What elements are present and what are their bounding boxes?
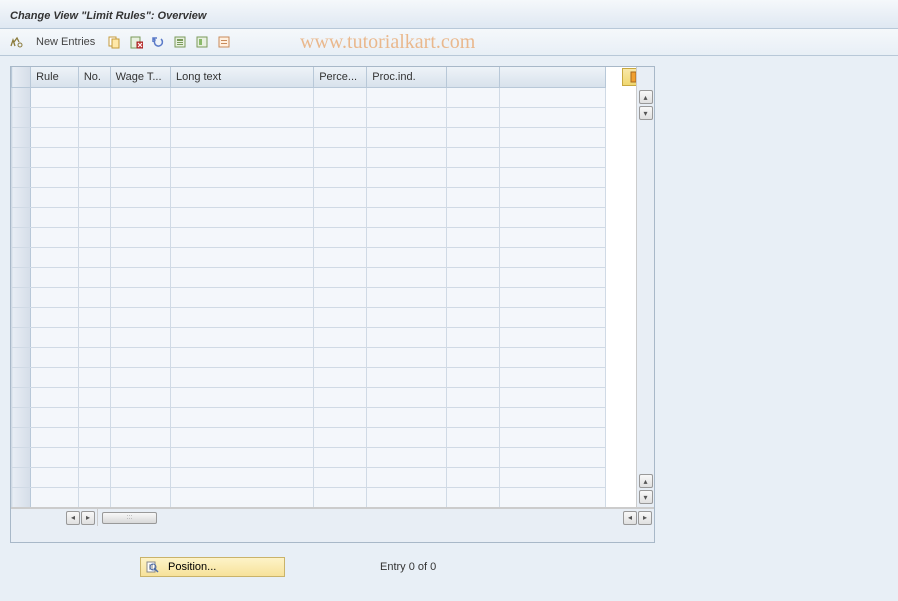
page-down-button[interactable]: ▾ bbox=[639, 490, 653, 504]
fixed-scroll-left-button[interactable]: ◂ bbox=[66, 511, 80, 525]
title-bar: Change View "Limit Rules": Overview bbox=[0, 0, 898, 29]
table-row[interactable] bbox=[12, 407, 606, 427]
row-selector[interactable] bbox=[12, 207, 31, 227]
table-row[interactable] bbox=[12, 347, 606, 367]
toolbar: New Entries www.tutorialkart.com bbox=[0, 29, 898, 56]
column-rule[interactable]: Rule bbox=[31, 67, 79, 87]
scroll-down-button[interactable]: ▴ bbox=[639, 474, 653, 488]
column-wage[interactable]: Wage T... bbox=[110, 67, 170, 87]
table-blank-footer bbox=[11, 526, 654, 542]
table-row[interactable] bbox=[12, 327, 606, 347]
column-extra[interactable] bbox=[446, 67, 499, 87]
row-selector[interactable] bbox=[12, 367, 31, 387]
vertical-scrollbar[interactable]: ▴ ▾ ▴ ▾ bbox=[636, 67, 654, 507]
entry-count-text: Entry 0 of 0 bbox=[380, 561, 436, 573]
data-table: Rule No. Wage T... Long text Perce... Pr… bbox=[11, 67, 606, 507]
window-title: Change View "Limit Rules": Overview bbox=[10, 10, 206, 22]
row-selector[interactable] bbox=[12, 187, 31, 207]
table-row[interactable] bbox=[12, 227, 606, 247]
row-selector[interactable] bbox=[12, 247, 31, 267]
table-row[interactable] bbox=[12, 367, 606, 387]
table-row[interactable] bbox=[12, 107, 606, 127]
table-row[interactable] bbox=[12, 307, 606, 327]
row-selector[interactable] bbox=[12, 447, 31, 467]
row-selector[interactable] bbox=[12, 287, 31, 307]
row-selector[interactable] bbox=[12, 107, 31, 127]
table-row[interactable] bbox=[12, 127, 606, 147]
fixed-scroll-right-button[interactable]: ▸ bbox=[81, 511, 95, 525]
scroll-right-button[interactable]: ▸ bbox=[638, 511, 652, 525]
column-long-text[interactable]: Long text bbox=[170, 67, 313, 87]
row-selector[interactable] bbox=[12, 167, 31, 187]
toggle-display-icon[interactable] bbox=[8, 33, 26, 51]
row-selector[interactable] bbox=[12, 267, 31, 287]
row-selector[interactable] bbox=[12, 347, 31, 367]
row-selector[interactable] bbox=[12, 307, 31, 327]
row-selector[interactable] bbox=[12, 87, 31, 107]
table-row[interactable] bbox=[12, 87, 606, 107]
row-selector[interactable] bbox=[12, 147, 31, 167]
table-row[interactable] bbox=[12, 207, 606, 227]
delete-icon[interactable] bbox=[127, 33, 145, 51]
table-row[interactable] bbox=[12, 447, 606, 467]
row-selector[interactable] bbox=[12, 467, 31, 487]
footer: Position... Entry 0 of 0 bbox=[10, 557, 888, 577]
table-row[interactable] bbox=[12, 147, 606, 167]
table-row[interactable] bbox=[12, 427, 606, 447]
table-row[interactable] bbox=[12, 247, 606, 267]
page-up-button[interactable]: ▴ bbox=[639, 90, 653, 104]
content-area: Rule No. Wage T... Long text Perce... Pr… bbox=[0, 56, 898, 601]
row-selector[interactable] bbox=[12, 327, 31, 347]
table-row[interactable] bbox=[12, 287, 606, 307]
table-row[interactable] bbox=[12, 467, 606, 487]
table-row[interactable] bbox=[12, 387, 606, 407]
row-selector[interactable] bbox=[12, 427, 31, 447]
scroll-left-button[interactable]: ◂ bbox=[623, 511, 637, 525]
row-selector-header bbox=[12, 67, 31, 87]
row-selector[interactable] bbox=[12, 387, 31, 407]
undo-icon[interactable] bbox=[149, 33, 167, 51]
copy-icon[interactable] bbox=[105, 33, 123, 51]
column-proc-ind[interactable]: Proc.ind. bbox=[367, 67, 447, 87]
select-block-icon[interactable] bbox=[193, 33, 211, 51]
horizontal-scrollbar: ◂ ▸ ::: ◂ ▸ bbox=[11, 508, 654, 526]
table-row[interactable] bbox=[12, 267, 606, 287]
table-row[interactable] bbox=[12, 487, 606, 507]
scroll-up-button[interactable]: ▾ bbox=[639, 106, 653, 120]
column-spacer bbox=[499, 67, 605, 87]
column-no[interactable]: No. bbox=[78, 67, 110, 87]
hscroll-track[interactable]: ::: bbox=[100, 511, 619, 525]
row-selector[interactable] bbox=[12, 227, 31, 247]
new-entries-button[interactable]: New Entries bbox=[30, 34, 101, 50]
select-all-icon[interactable] bbox=[171, 33, 189, 51]
position-button[interactable]: Position... bbox=[140, 557, 285, 577]
hscroll-thumb[interactable]: ::: bbox=[102, 512, 157, 524]
watermark-text: www.tutorialkart.com bbox=[300, 31, 475, 54]
position-icon bbox=[146, 560, 160, 574]
table-row[interactable] bbox=[12, 187, 606, 207]
row-selector[interactable] bbox=[12, 407, 31, 427]
table-row[interactable] bbox=[12, 167, 606, 187]
deselect-all-icon[interactable] bbox=[215, 33, 233, 51]
row-selector[interactable] bbox=[12, 127, 31, 147]
row-selector[interactable] bbox=[12, 487, 31, 507]
column-perce[interactable]: Perce... bbox=[314, 67, 367, 87]
table-container: Rule No. Wage T... Long text Perce... Pr… bbox=[10, 66, 655, 543]
position-label: Position... bbox=[168, 561, 216, 573]
